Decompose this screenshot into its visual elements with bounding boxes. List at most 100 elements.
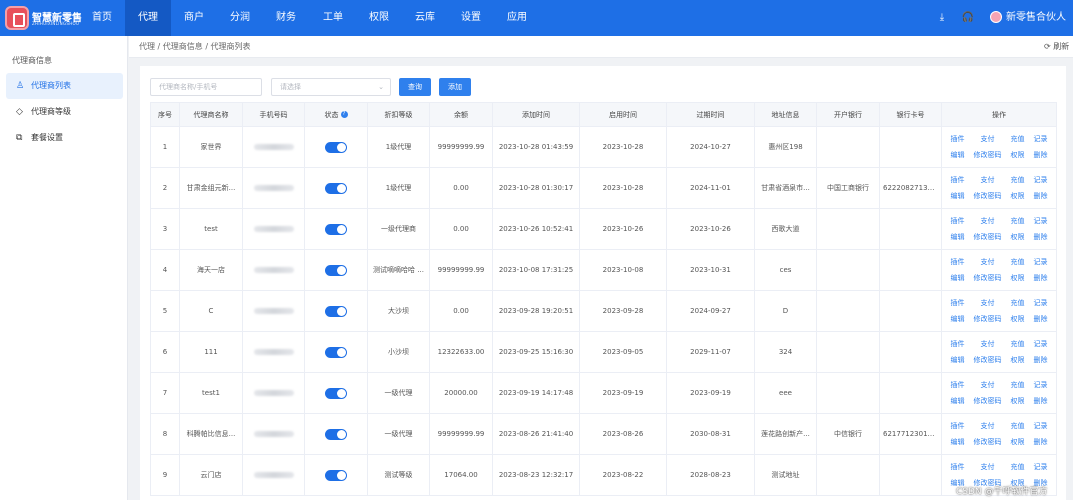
action-link[interactable]: 删除 (1034, 191, 1048, 201)
action-link[interactable]: 支付 (974, 298, 1002, 308)
status-toggle[interactable] (325, 305, 347, 317)
action-link[interactable]: 权限 (1011, 273, 1025, 283)
action-link[interactable]: 修改密码 (974, 355, 1002, 365)
action-link[interactable]: 充值 (1011, 421, 1025, 431)
add-button[interactable]: 添加 (439, 78, 471, 96)
action-link[interactable]: 权限 (1011, 396, 1025, 406)
action-link[interactable]: 记录 (1034, 175, 1048, 185)
headset-icon[interactable]: 🎧 (961, 11, 975, 25)
nav-item[interactable]: 工单 (310, 0, 356, 36)
action-link[interactable]: 权限 (1011, 355, 1025, 365)
action-link[interactable]: 删除 (1034, 396, 1048, 406)
action-link[interactable]: 充值 (1011, 134, 1025, 144)
action-link[interactable]: 删除 (1034, 150, 1048, 160)
action-link[interactable]: 删除 (1034, 273, 1048, 283)
action-link[interactable]: 编辑 (951, 150, 965, 160)
status-toggle[interactable] (325, 264, 347, 276)
action-link[interactable]: 记录 (1034, 298, 1048, 308)
nav-item[interactable]: 云库 (402, 0, 448, 36)
action-link[interactable]: 删除 (1034, 314, 1048, 324)
logo-icon[interactable] (5, 6, 29, 30)
action-link[interactable]: 插件 (951, 216, 965, 226)
action-link[interactable]: 充值 (1011, 462, 1025, 472)
action-link[interactable]: 记录 (1034, 421, 1048, 431)
action-link[interactable]: 充值 (1011, 257, 1025, 267)
action-link[interactable]: 编辑 (951, 437, 965, 447)
action-link[interactable]: 编辑 (951, 314, 965, 324)
action-link[interactable]: 记录 (1034, 134, 1048, 144)
avatar[interactable] (990, 11, 1002, 23)
action-link[interactable]: 权限 (1011, 314, 1025, 324)
level-select[interactable]: 请选择 ⌄ (271, 78, 391, 96)
action-link[interactable]: 充值 (1011, 298, 1025, 308)
nav-item[interactable]: 设置 (448, 0, 494, 36)
action-link[interactable]: 权限 (1011, 191, 1025, 201)
action-link[interactable]: 修改密码 (974, 232, 1002, 242)
status-toggle[interactable] (325, 141, 347, 153)
action-link[interactable]: 充值 (1011, 216, 1025, 226)
action-link[interactable]: 删除 (1034, 232, 1048, 242)
action-link[interactable]: 删除 (1034, 437, 1048, 447)
action-link[interactable]: 支付 (974, 462, 1002, 472)
action-link[interactable]: 记录 (1034, 380, 1048, 390)
action-link[interactable]: 修改密码 (974, 437, 1002, 447)
nav-item[interactable]: 商户 (171, 0, 217, 36)
action-link[interactable]: 修改密码 (974, 191, 1002, 201)
action-link[interactable]: 插件 (951, 462, 965, 472)
action-link[interactable]: 记录 (1034, 216, 1048, 226)
action-link[interactable]: 插件 (951, 421, 965, 431)
action-link[interactable]: 支付 (974, 134, 1002, 144)
action-link[interactable]: 修改密码 (974, 150, 1002, 160)
action-link[interactable]: 支付 (974, 175, 1002, 185)
download-icon[interactable]: ⤓ (935, 11, 949, 25)
action-link[interactable]: 充值 (1011, 339, 1025, 349)
help-icon[interactable]: ? (340, 111, 348, 118)
status-toggle[interactable] (325, 182, 347, 194)
action-link[interactable]: 权限 (1011, 437, 1025, 447)
action-link[interactable]: 充值 (1011, 175, 1025, 185)
action-link[interactable]: 插件 (951, 134, 965, 144)
status-toggle[interactable] (325, 223, 347, 235)
query-button[interactable]: 查询 (399, 78, 431, 96)
action-link[interactable]: 记录 (1034, 462, 1048, 472)
action-link[interactable]: 编辑 (951, 232, 965, 242)
nav-item[interactable]: 应用 (494, 0, 540, 36)
nav-item[interactable]: 代理 (125, 0, 171, 36)
nav-item[interactable]: 权限 (356, 0, 402, 36)
sidebar-item-agent-list[interactable]: ♙ 代理商列表 (6, 73, 123, 99)
action-link[interactable]: 修改密码 (974, 273, 1002, 283)
action-link[interactable]: 权限 (1011, 232, 1025, 242)
action-link[interactable]: 记录 (1034, 339, 1048, 349)
action-link[interactable]: 修改密码 (974, 396, 1002, 406)
action-link[interactable]: 支付 (974, 380, 1002, 390)
action-link[interactable]: 充值 (1011, 380, 1025, 390)
action-link[interactable]: 删除 (1034, 355, 1048, 365)
action-link[interactable]: 支付 (974, 421, 1002, 431)
action-link[interactable]: 修改密码 (974, 314, 1002, 324)
search-input[interactable]: 代理商名称/手机号 (150, 78, 262, 96)
sidebar-item-agent-level[interactable]: ◇ 代理商等级 (6, 99, 123, 125)
nav-item[interactable]: 首页 (79, 0, 125, 36)
status-toggle[interactable] (325, 387, 347, 399)
action-link[interactable]: 插件 (951, 257, 965, 267)
action-link[interactable]: 编辑 (951, 396, 965, 406)
action-link[interactable]: 权限 (1011, 150, 1025, 160)
action-link[interactable]: 支付 (974, 339, 1002, 349)
status-toggle[interactable] (325, 346, 347, 358)
action-link[interactable]: 插件 (951, 298, 965, 308)
nav-item[interactable]: 财务 (263, 0, 309, 36)
action-link[interactable]: 编辑 (951, 355, 965, 365)
user-name[interactable]: 新零售合伙人 (1006, 0, 1066, 36)
action-link[interactable]: 插件 (951, 380, 965, 390)
action-link[interactable]: 支付 (974, 216, 1002, 226)
action-link[interactable]: 编辑 (951, 273, 965, 283)
status-toggle[interactable] (325, 428, 347, 440)
sidebar-item-package-settings[interactable]: ⧉ 套餐设置 (6, 125, 123, 151)
action-link[interactable]: 记录 (1034, 257, 1048, 267)
action-link[interactable]: 插件 (951, 175, 965, 185)
action-link[interactable]: 插件 (951, 339, 965, 349)
status-toggle[interactable] (325, 469, 347, 481)
refresh-button[interactable]: ⟳ 刷新 (1044, 41, 1069, 52)
action-link[interactable]: 支付 (974, 257, 1002, 267)
action-link[interactable]: 编辑 (951, 191, 965, 201)
